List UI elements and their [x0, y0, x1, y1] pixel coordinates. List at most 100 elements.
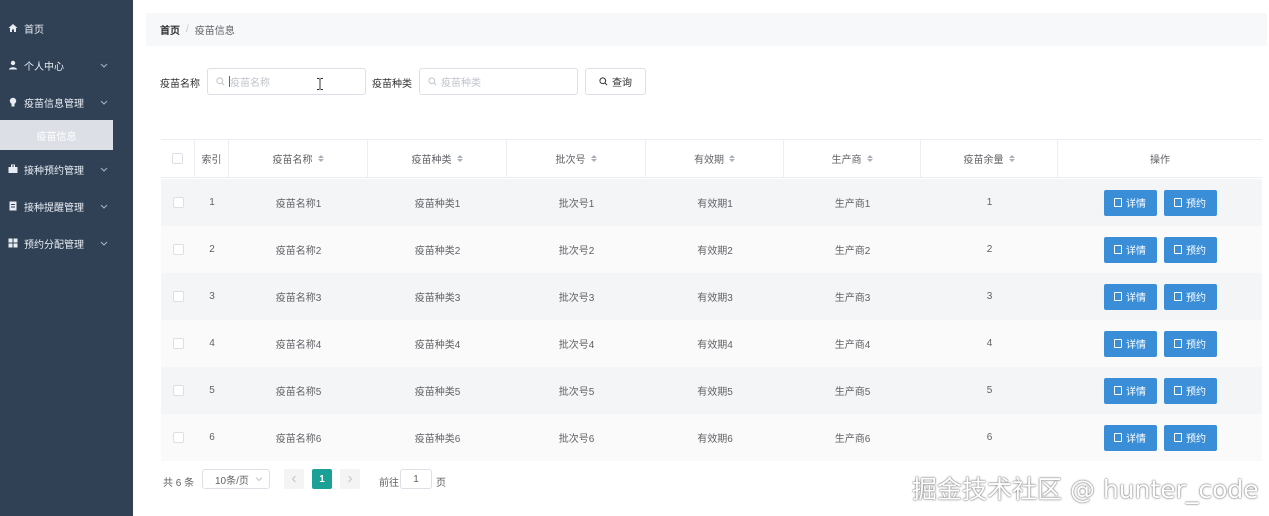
chevron-down-icon	[97, 241, 111, 246]
sort-caret-icon[interactable]	[729, 155, 735, 162]
row-checkbox-cell	[161, 367, 195, 414]
header-index: 索引	[195, 140, 229, 177]
briefcase-icon	[7, 164, 18, 175]
document-icon	[1174, 339, 1182, 348]
document-icon	[1174, 245, 1182, 254]
row-checkbox[interactable]	[172, 385, 184, 396]
book-button[interactable]: 预约	[1163, 377, 1217, 404]
goto-suffix: 页	[436, 478, 446, 489]
book-button-label: 预约	[1186, 387, 1206, 398]
header-stock[interactable]: 疫苗余量	[921, 140, 1058, 177]
sidebar: 首页个人中心疫苗信息管理 接种预约管理接种提醒管理预约分配管理 疫苗信息	[0, 0, 133, 516]
sort-caret-icon[interactable]	[317, 155, 324, 162]
sidebar-item-label: 接种提醒管理	[24, 202, 84, 214]
row-checkbox-cell	[161, 414, 195, 461]
detail-button-label: 详情	[1126, 434, 1146, 445]
row-checkbox-cell	[161, 226, 195, 273]
vaccine-name-input[interactable]: 疫苗名称	[207, 68, 366, 95]
header-type[interactable]: 疫苗种类	[368, 140, 507, 177]
row-checkbox[interactable]	[172, 338, 184, 349]
page-number-current[interactable]: 1	[312, 469, 332, 489]
document-icon	[1114, 386, 1122, 395]
header-name[interactable]: 疫苗名称	[229, 140, 368, 177]
sidebar-subitem-vaccine-info[interactable]: 疫苗信息	[0, 120, 113, 150]
table-row: 2 疫苗名称2 疫苗种类2 批次号2 有效期2 生产商2 2 详情 预约	[161, 226, 1262, 273]
column-label: 生产商	[831, 155, 862, 166]
main-content: 首页 / 疫苗信息 疫苗名称 疫苗名称 疫苗种类 疫苗种类 查询 索引 疫苗名称…	[133, 0, 1269, 516]
sidebar-item-3[interactable]: 接种预约管理	[0, 158, 133, 180]
goto-page-input[interactable]: 1	[400, 469, 432, 489]
row-checkbox[interactable]	[172, 291, 184, 302]
header-batch[interactable]: 批次号	[507, 140, 646, 177]
cell-batch: 批次号3	[558, 293, 595, 304]
cell-batch: 批次号1	[558, 199, 595, 210]
sort-caret-icon[interactable]	[590, 155, 597, 162]
document-icon	[1114, 245, 1122, 254]
header-manufacturer[interactable]: 生产商	[784, 140, 921, 177]
sort-caret-icon[interactable]	[456, 155, 463, 162]
cell-idx: 6	[209, 432, 215, 443]
sidebar-item-1[interactable]: 个人中心	[0, 54, 133, 76]
header-valid[interactable]: 有效期	[646, 140, 784, 177]
row-checkbox[interactable]	[172, 244, 184, 255]
detail-button[interactable]: 详情	[1103, 330, 1157, 357]
column-label: 操作	[1150, 155, 1170, 166]
list-icon	[7, 201, 18, 212]
book-button[interactable]: 预约	[1163, 330, 1217, 357]
header-actions: 操作	[1058, 140, 1262, 177]
book-button[interactable]: 预约	[1163, 236, 1217, 263]
detail-button[interactable]: 详情	[1103, 424, 1157, 451]
sort-caret-icon[interactable]	[866, 155, 873, 162]
cell-idx: 4	[209, 338, 215, 349]
breadcrumb-separator: /	[186, 24, 189, 35]
cell-name: 疫苗名称5	[275, 387, 322, 398]
vaccine-name-placeholder: 疫苗名称	[230, 78, 270, 89]
detail-button-label: 详情	[1126, 387, 1146, 398]
detail-button[interactable]: 详情	[1103, 236, 1157, 263]
breadcrumb-current: 疫苗信息	[194, 26, 235, 37]
cell-actions: 详情 预约	[1058, 273, 1262, 320]
cell-valid: 有效期3	[697, 293, 733, 304]
detail-button[interactable]: 详情	[1103, 189, 1157, 216]
cell-actions: 详情 预约	[1058, 320, 1262, 367]
cell-stock: 3	[986, 291, 993, 302]
vaccine-table: 索引 疫苗名称 疫苗种类 批次号 有效期 生产商 疫苗余量 操作 1 疫苗名称1 疫…	[161, 139, 1262, 461]
sidebar-item-4[interactable]: 接种提醒管理	[0, 195, 133, 217]
search-form: 疫苗名称 疫苗名称 疫苗种类 疫苗种类 查询	[133, 68, 1269, 95]
cell-mfr: 生产商4	[834, 340, 871, 351]
cell-valid: 有效期4	[697, 340, 733, 351]
cell-mfr: 生产商1	[834, 199, 871, 210]
sort-caret-icon[interactable]	[1008, 155, 1015, 162]
cell-stock: 6	[986, 432, 993, 443]
cell-stock: 5	[986, 385, 993, 396]
select-all-checkbox[interactable]	[172, 153, 183, 164]
cell-idx: 1	[209, 197, 215, 208]
detail-button[interactable]: 详情	[1103, 283, 1157, 310]
book-button-label: 预约	[1186, 340, 1206, 351]
book-button[interactable]: 预约	[1163, 189, 1217, 216]
page-size-select[interactable]: 10条/页	[202, 469, 270, 489]
table-row: 6 疫苗名称6 疫苗种类6 批次号6 有效期6 生产商6 6 详情 预约	[161, 414, 1262, 461]
book-button[interactable]: 预约	[1163, 283, 1217, 310]
query-button-label: 查询	[612, 78, 632, 89]
cell-valid: 有效期6	[697, 434, 733, 445]
row-checkbox[interactable]	[172, 197, 184, 208]
query-button[interactable]: 查询	[585, 68, 646, 95]
cell-actions: 详情 预约	[1058, 367, 1262, 414]
cell-actions: 详情 预约	[1058, 226, 1262, 273]
detail-button-label: 详情	[1126, 340, 1146, 351]
prev-page-button[interactable]	[284, 469, 304, 489]
vaccine-type-input[interactable]: 疫苗种类	[419, 68, 578, 95]
row-checkbox[interactable]	[172, 432, 184, 443]
detail-button[interactable]: 详情	[1103, 377, 1157, 404]
next-page-button[interactable]	[340, 469, 360, 489]
sidebar-item-0[interactable]: 首页	[0, 17, 133, 39]
search-icon	[599, 77, 608, 86]
breadcrumb-home[interactable]: 首页	[160, 22, 180, 37]
cell-type: 疫苗种类3	[414, 293, 461, 304]
document-icon	[1114, 339, 1122, 348]
sidebar-item-5[interactable]: 预约分配管理	[0, 232, 133, 254]
book-button[interactable]: 预约	[1163, 424, 1217, 451]
sidebar-item-2[interactable]: 疫苗信息管理	[0, 91, 133, 113]
column-label: 批次号	[555, 155, 586, 166]
